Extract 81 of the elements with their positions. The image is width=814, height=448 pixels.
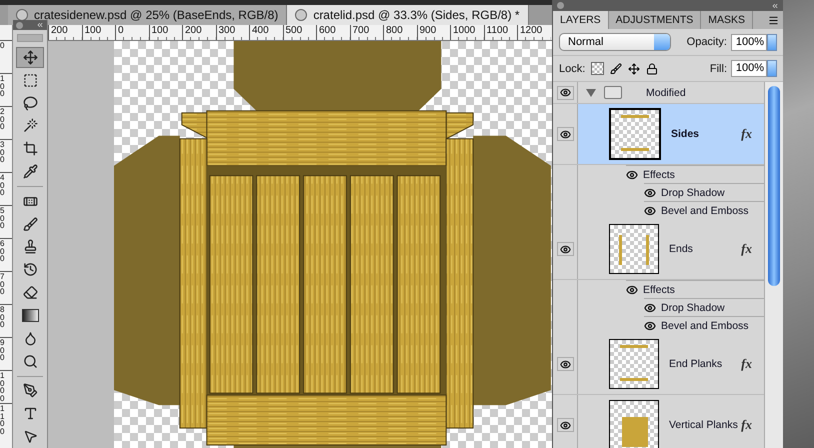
ruler-label: 100 [0, 75, 6, 98]
lock-transparency-icon[interactable] [591, 62, 604, 75]
visibility-toggle[interactable] [556, 357, 574, 371]
scrollbar[interactable] [764, 82, 783, 448]
ruler-label: 1000 [0, 372, 6, 402]
lock-label: Lock: [559, 62, 586, 74]
fx-label: fx [741, 418, 752, 432]
ruler-label: 500 [0, 207, 6, 230]
layer-name: Ends [669, 243, 693, 255]
group-name: Modified [646, 86, 686, 98]
effect-name: Bevel and Emboss [661, 320, 749, 332]
fill-field[interactable]: 100% [731, 60, 767, 77]
ruler-label: 400 [0, 174, 6, 197]
history-icon [22, 262, 38, 278]
close-icon[interactable] [16, 9, 28, 21]
fx-label: fx [741, 357, 752, 371]
select-icon [22, 429, 38, 444]
fill-label: Fill: [710, 62, 727, 74]
effect-name: Drop Shadow [661, 302, 725, 314]
brush-icon[interactable] [610, 62, 622, 74]
opacity-label: Opacity: [686, 36, 727, 48]
droplet-icon [22, 330, 38, 346]
panel-tab[interactable]: LAYERS [553, 11, 609, 29]
visibility-toggle[interactable] [556, 418, 574, 432]
eye-icon[interactable] [644, 320, 656, 332]
layer-name: End Planks [669, 358, 722, 370]
eye-icon[interactable] [626, 284, 638, 296]
tool-button[interactable] [16, 47, 44, 68]
effects-label: Effects [643, 284, 675, 296]
document-tab[interactable]: cratesidenew.psd @ 25% (BaseEnds, RGB/8) [8, 5, 288, 25]
blend-mode-select[interactable]: Normal [559, 33, 671, 51]
panel-tab[interactable]: ADJUSTMENTS [608, 11, 702, 29]
opacity-field[interactable]: 100% [731, 34, 767, 50]
stamp-icon [22, 239, 38, 254]
panel-grip[interactable] [17, 34, 43, 42]
effect-name: Drop Shadow [661, 186, 725, 198]
fx-label: fx [741, 242, 752, 256]
ruler-label: 300 [0, 141, 6, 164]
ruler-label: 200 [0, 108, 6, 131]
eye-icon[interactable] [644, 186, 656, 198]
eraser-icon [22, 285, 38, 300]
ruler-label: 800 [0, 306, 6, 329]
layer-name: Vertical Planks [669, 419, 738, 431]
effect-name: Bevel and Emboss [661, 204, 749, 216]
wand-icon [22, 118, 38, 134]
eyedropper-icon [22, 164, 38, 180]
eye-icon[interactable] [644, 302, 656, 314]
ruler-label: 700 [0, 273, 6, 296]
effects-label: Effects [643, 168, 675, 180]
fx-label: fx [741, 127, 752, 141]
close-icon[interactable] [295, 9, 308, 21]
ruler-label: 600 [0, 240, 6, 263]
collapse-icon[interactable] [36, 21, 44, 30]
layer-row[interactable]: End Planks fx [553, 334, 764, 395]
document-tab[interactable]: cratelid.psd @ 33.3% (Sides, RGB/8) * [287, 5, 529, 25]
visibility-toggle[interactable] [556, 242, 574, 256]
pen-icon [22, 383, 38, 398]
eye-icon[interactable] [626, 168, 638, 180]
move-icon[interactable] [628, 62, 640, 74]
lock-icon[interactable] [646, 62, 658, 74]
layer-row[interactable]: Ends fx [553, 219, 764, 280]
gradient-icon [22, 308, 38, 322]
ruler-label: 0 [0, 42, 6, 50]
search-icon [22, 354, 38, 369]
scroll-thumb[interactable] [768, 86, 780, 286]
visibility-toggle[interactable] [556, 127, 574, 141]
move-icon [22, 50, 38, 65]
marquee-icon [22, 72, 38, 88]
collapse-icon[interactable] [771, 2, 779, 10]
ruler-label: 1100 [0, 405, 6, 436]
ruler-label: 900 [0, 339, 6, 362]
crop-icon [22, 141, 38, 156]
folder-icon [604, 86, 622, 99]
brush-icon [22, 216, 38, 232]
layer-name: Sides [671, 128, 700, 140]
visibility-toggle[interactable] [556, 86, 574, 100]
menu-icon[interactable] [768, 14, 779, 26]
layer-row[interactable]: Sides fx [553, 104, 764, 165]
type-icon [22, 406, 38, 422]
lasso-icon [22, 96, 38, 111]
eye-icon[interactable] [644, 204, 656, 216]
